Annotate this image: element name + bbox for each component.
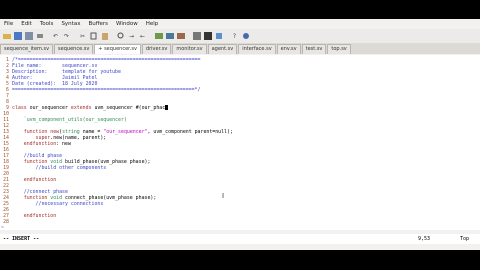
copy-icon[interactable]: [89, 32, 98, 41]
save-all-icon[interactable]: [24, 32, 33, 41]
menu-item-window[interactable]: Window: [112, 21, 142, 27]
line-text: //necessary connections: [12, 201, 104, 207]
menu-item-help[interactable]: Help: [142, 21, 163, 27]
buffer-tab[interactable]: sequence_item.sv: [0, 44, 54, 54]
load-session-icon[interactable]: [154, 32, 163, 41]
mode-indicator: -- INSERT --: [3, 236, 40, 242]
code-token: //build other components: [12, 165, 107, 171]
line-text: endfunction: new: [12, 141, 71, 147]
menu-item-syntax[interactable]: Syntax: [57, 21, 84, 27]
editor-area[interactable]: 1/*=====================================…: [0, 55, 480, 231]
line-text: ========================================…: [12, 87, 200, 93]
line-text: `uvm_component_utils(our_sequencer): [12, 117, 127, 123]
code-token: endfunction: [12, 141, 57, 147]
paste-icon[interactable]: [100, 32, 109, 41]
line-text: endfunction: [12, 177, 56, 183]
menu-bar: File Edit Tools Syntax Buffers Window Help: [0, 19, 480, 29]
buffer-tab[interactable]: interface.sv: [238, 44, 276, 54]
buffer-tab[interactable]: agent.sv: [207, 44, 238, 54]
make-icon[interactable]: [192, 32, 201, 41]
print-icon[interactable]: [35, 32, 44, 41]
code-token: ========================================…: [12, 87, 201, 93]
find-prev-icon[interactable]: ←: [138, 32, 147, 41]
help-icon[interactable]: ?: [230, 32, 239, 41]
text-cursor: [165, 105, 169, 110]
code-token: endfunction: [12, 213, 57, 219]
buffer-tab[interactable]: top.sv: [327, 44, 351, 54]
code-token: : new: [56, 141, 71, 147]
gvim-window: File Edit Tools Syntax Buffers Window Help ↶ ↷…: [0, 19, 480, 250]
scroll-percent: Top: [460, 236, 470, 242]
find-help-icon[interactable]: [241, 32, 250, 41]
code-token: "our_sequencer": [103, 129, 148, 135]
empty-line-marker: ~: [1, 225, 4, 231]
buffer-tab[interactable]: driver.sv: [141, 44, 172, 54]
code-token: uvm_sequencer: [94, 105, 136, 111]
buffer-tab[interactable]: + sequencer.sv: [94, 44, 141, 54]
line-text: class our_sequencer extends uvm_sequence…: [12, 105, 169, 111]
code-token: `uvm_component_utils(our_sequencer): [12, 117, 127, 123]
line-text: //build other components: [12, 165, 107, 171]
open-file-icon[interactable]: [2, 32, 11, 41]
buffer-tab[interactable]: env.sv: [276, 44, 301, 54]
code-token: extends: [70, 105, 95, 111]
buffer-tab[interactable]: test.sv: [301, 44, 327, 54]
menu-item-tools[interactable]: Tools: [36, 21, 58, 27]
code-token: endfunction: [12, 177, 57, 183]
undo-icon[interactable]: ↶: [51, 32, 60, 41]
menu-item-buffers[interactable]: Buffers: [84, 21, 112, 27]
buffer-tab[interactable]: monitor.sv: [172, 44, 207, 54]
code-token: our_phac: [141, 105, 166, 111]
save-icon[interactable]: [13, 32, 22, 41]
find-next-icon[interactable]: →: [127, 32, 136, 41]
buffer-tab[interactable]: sequence.sv: [54, 44, 94, 54]
code-token: class: [12, 105, 30, 111]
code-token: //necessary connections: [12, 201, 104, 207]
cursor-position: 9,53: [418, 236, 431, 242]
line-text: endfunction: [12, 213, 56, 219]
buffer-tab-bar: sequence_item.sv sequence.sv + sequencer.s…: [0, 43, 480, 54]
run-script-icon[interactable]: [176, 32, 185, 41]
redo-icon[interactable]: ↷: [62, 32, 71, 41]
menu-item-edit[interactable]: Edit: [17, 21, 36, 27]
status-line: -- INSERT -- 9,53 Top: [0, 234, 480, 244]
save-session-icon[interactable]: [165, 32, 174, 41]
shell-icon[interactable]: [203, 32, 212, 41]
find-replace-icon[interactable]: [116, 32, 125, 41]
code-token: , uvm_component parent=null);: [147, 129, 233, 135]
menu-item-file[interactable]: File: [0, 21, 17, 27]
tags-jump-icon[interactable]: [214, 32, 223, 41]
toolbar: ↶ ↷ ✂ → ← ?: [0, 29, 480, 43]
mouse-ibeam-icon: I: [222, 192, 225, 200]
code-token: our_sequencer: [29, 105, 71, 111]
cut-icon[interactable]: ✂: [78, 32, 87, 41]
